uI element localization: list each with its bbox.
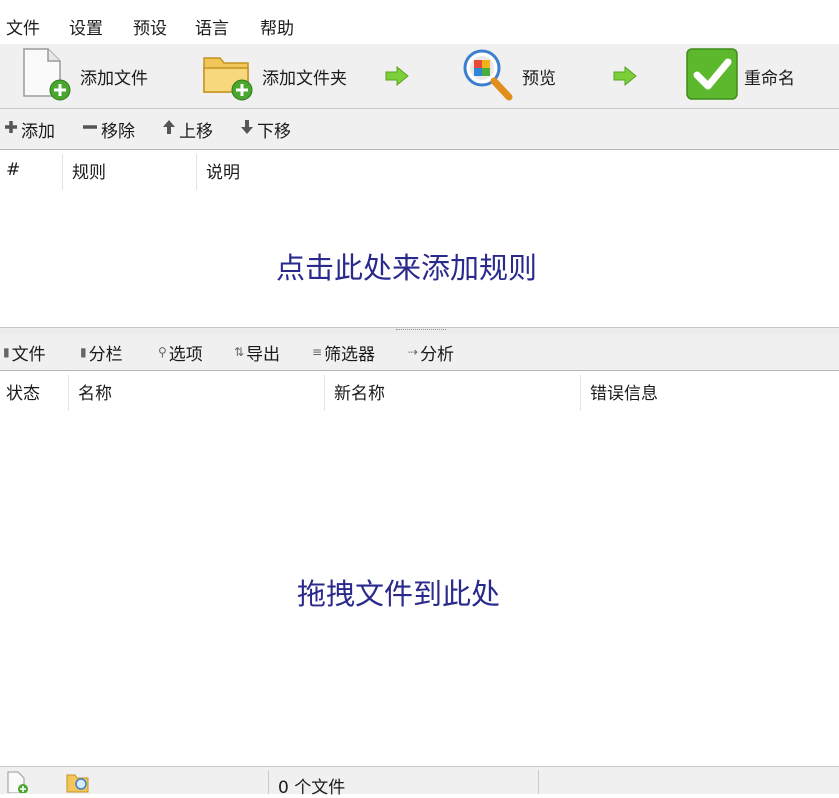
- columns-menu-label: 分栏: [88, 344, 123, 365]
- analyze-menu-button[interactable]: ⇢ 分析: [408, 341, 455, 365]
- column-divider: [196, 154, 197, 190]
- arrow-down-icon: [240, 119, 257, 140]
- files-menu-label: 文件: [11, 344, 46, 365]
- column-divider: [62, 154, 63, 190]
- folder-search-icon[interactable]: [66, 771, 92, 797]
- add-folder-icon: [202, 46, 256, 106]
- add-rule-button[interactable]: 添加: [4, 118, 55, 142]
- analyze-icon: ⇢: [408, 345, 419, 359]
- add-folder-label: 添加文件夹: [262, 68, 347, 89]
- move-up-button[interactable]: 上移: [162, 118, 213, 142]
- add-rule-label: 添加: [21, 121, 55, 142]
- files-menu-button[interactable]: ▮ 文件: [3, 341, 46, 365]
- column-divider: [580, 375, 581, 411]
- status-bar: 0 个文件: [0, 766, 839, 798]
- remove-rule-label: 移除: [101, 121, 135, 142]
- remove-rule-button[interactable]: 移除: [82, 118, 135, 142]
- preview-button[interactable]: 预览: [460, 44, 556, 108]
- rules-column-description[interactable]: 说明: [200, 150, 500, 190]
- plus-icon: [4, 119, 21, 139]
- files-column-name[interactable]: 名称: [72, 371, 324, 411]
- menu-language[interactable]: 语言: [195, 18, 229, 40]
- magnifier-icon: [460, 46, 516, 106]
- move-down-button[interactable]: 下移: [240, 118, 291, 142]
- files-menu-icon: ▮: [3, 345, 10, 359]
- move-up-label: 上移: [179, 121, 213, 142]
- menu-help[interactable]: 帮助: [260, 18, 294, 40]
- export-icon: ⇅: [234, 345, 245, 359]
- options-icon: ⚲: [158, 345, 167, 359]
- options-menu-button[interactable]: ⚲ 选项: [158, 341, 203, 365]
- arrow-up-icon: [162, 119, 179, 140]
- move-down-label: 下移: [257, 121, 291, 142]
- column-divider: [68, 375, 69, 411]
- status-divider: [538, 770, 539, 794]
- columns-icon: ▮: [80, 345, 87, 359]
- files-column-new-name[interactable]: 新名称: [328, 371, 580, 411]
- status-divider: [268, 770, 269, 794]
- export-menu-label: 导出: [246, 344, 281, 365]
- add-rules-placeholder[interactable]: 点击此处来添加规则: [276, 245, 537, 287]
- rules-column-rule[interactable]: 规则: [66, 150, 196, 190]
- filter-icon: ≡: [312, 345, 323, 359]
- columns-menu-button[interactable]: ▮ 分栏: [80, 341, 123, 365]
- panel-splitter[interactable]: [0, 327, 839, 334]
- rename-label: 重命名: [744, 68, 795, 89]
- files-table-header: 状态 名称 新名称 错误信息: [0, 371, 839, 411]
- add-folder-button[interactable]: 添加文件夹: [202, 44, 347, 108]
- rules-column-number[interactable]: #: [0, 150, 62, 190]
- add-files-button[interactable]: 添加文件: [20, 44, 148, 108]
- menu-presets[interactable]: 预设: [133, 18, 167, 40]
- splitter-grip-icon: [396, 329, 446, 333]
- files-toolbar: ▮ 文件 ▮ 分栏 ⚲ 选项 ⇅ 导出 ≡ 筛选器 ⇢ 分析: [0, 334, 839, 371]
- files-column-status[interactable]: 状态: [0, 371, 68, 411]
- menu-settings[interactable]: 设置: [69, 18, 103, 40]
- arrow-right-icon: [612, 65, 638, 87]
- rename-button[interactable]: 重命名: [686, 44, 795, 108]
- file-count-label: 0 个文件: [278, 778, 346, 798]
- minus-icon: [82, 119, 101, 139]
- export-menu-button[interactable]: ⇅ 导出: [234, 341, 281, 365]
- add-files-label: 添加文件: [80, 68, 148, 89]
- files-column-error[interactable]: 错误信息: [584, 371, 834, 411]
- rules-table-header: # 规则 说明: [0, 150, 839, 190]
- menu-file[interactable]: 文件: [6, 18, 40, 40]
- options-menu-label: 选项: [168, 344, 203, 365]
- column-divider: [324, 375, 325, 411]
- preview-label: 预览: [522, 68, 556, 89]
- filters-menu-button[interactable]: ≡ 筛选器: [312, 341, 376, 365]
- main-toolbar: 添加文件 添加文件夹 预览 重命名: [0, 44, 839, 109]
- checkmark-icon: [686, 48, 738, 104]
- arrow-right-icon: [384, 65, 410, 87]
- rules-toolbar: 添加 移除 上移 下移: [0, 109, 839, 150]
- filters-menu-label: 筛选器: [324, 344, 376, 365]
- new-file-icon[interactable]: [6, 771, 28, 797]
- add-file-icon: [20, 46, 74, 106]
- analyze-menu-label: 分析: [420, 344, 455, 365]
- drop-files-placeholder[interactable]: 拖拽文件到此处: [297, 571, 500, 613]
- menu-bar: 文件 设置 预设 语言 帮助: [0, 0, 839, 44]
